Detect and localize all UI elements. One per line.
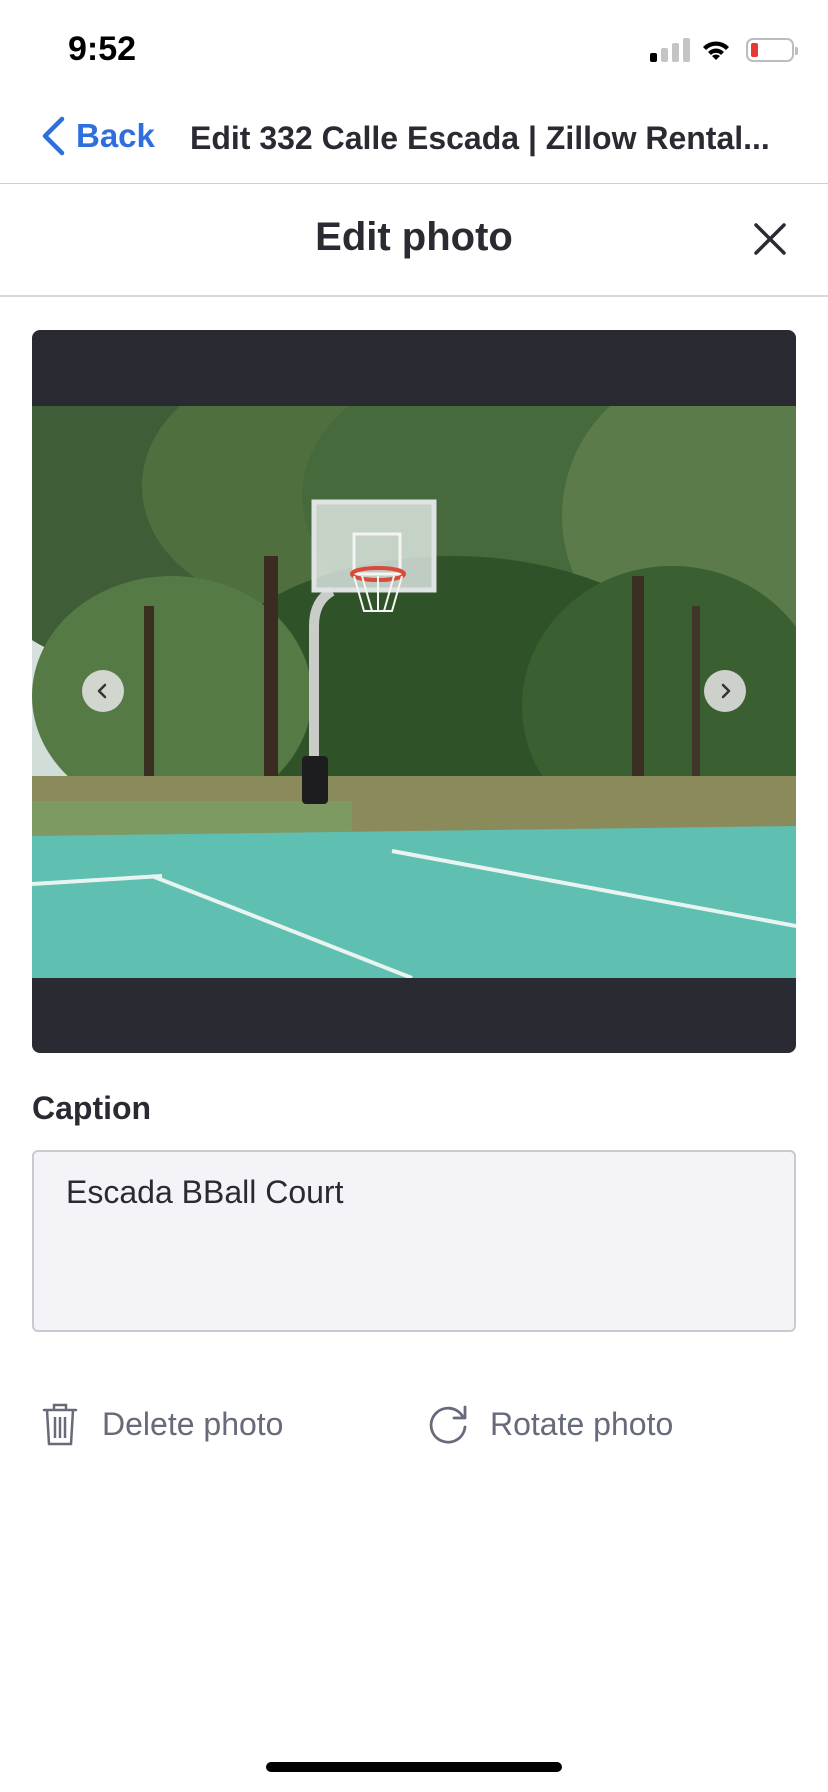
arrow-left-icon (97, 683, 107, 699)
status-icons (650, 36, 798, 64)
previous-photo-button[interactable] (82, 670, 124, 712)
home-indicator[interactable] (266, 1762, 562, 1772)
caption-field[interactable] (32, 1150, 796, 1332)
next-photo-button[interactable] (704, 670, 746, 712)
modal-header: Edit photo (0, 185, 828, 297)
photo-preview (32, 330, 796, 1053)
trash-icon (36, 1400, 84, 1448)
status-bar: 9:52 (0, 0, 828, 96)
back-label: Back (76, 117, 155, 154)
caption-label: Caption (32, 1090, 152, 1126)
signal-icon (650, 38, 690, 62)
chevron-left-icon (42, 116, 65, 156)
navigation-bar: Back Edit 332 Calle Escada | Zillow Rent… (0, 96, 828, 184)
modal-title: Edit photo (315, 215, 513, 259)
page-title: Edit 332 Calle Escada | Zillow Rental... (190, 120, 770, 156)
arrow-right-icon (721, 683, 731, 699)
delete-photo-button[interactable]: Delete photo (36, 1400, 283, 1448)
back-button[interactable]: Back (40, 116, 155, 156)
close-icon (754, 223, 786, 255)
battery-icon (746, 38, 798, 62)
rotate-photo-button[interactable]: Rotate photo (424, 1400, 673, 1448)
close-button[interactable] (752, 221, 788, 257)
rotate-icon (424, 1400, 472, 1448)
photo-image (32, 406, 796, 978)
delete-photo-label: Delete photo (102, 1405, 284, 1442)
status-time: 9:52 (68, 30, 137, 68)
wifi-icon (703, 41, 729, 60)
rotate-photo-label: Rotate photo (490, 1405, 674, 1442)
